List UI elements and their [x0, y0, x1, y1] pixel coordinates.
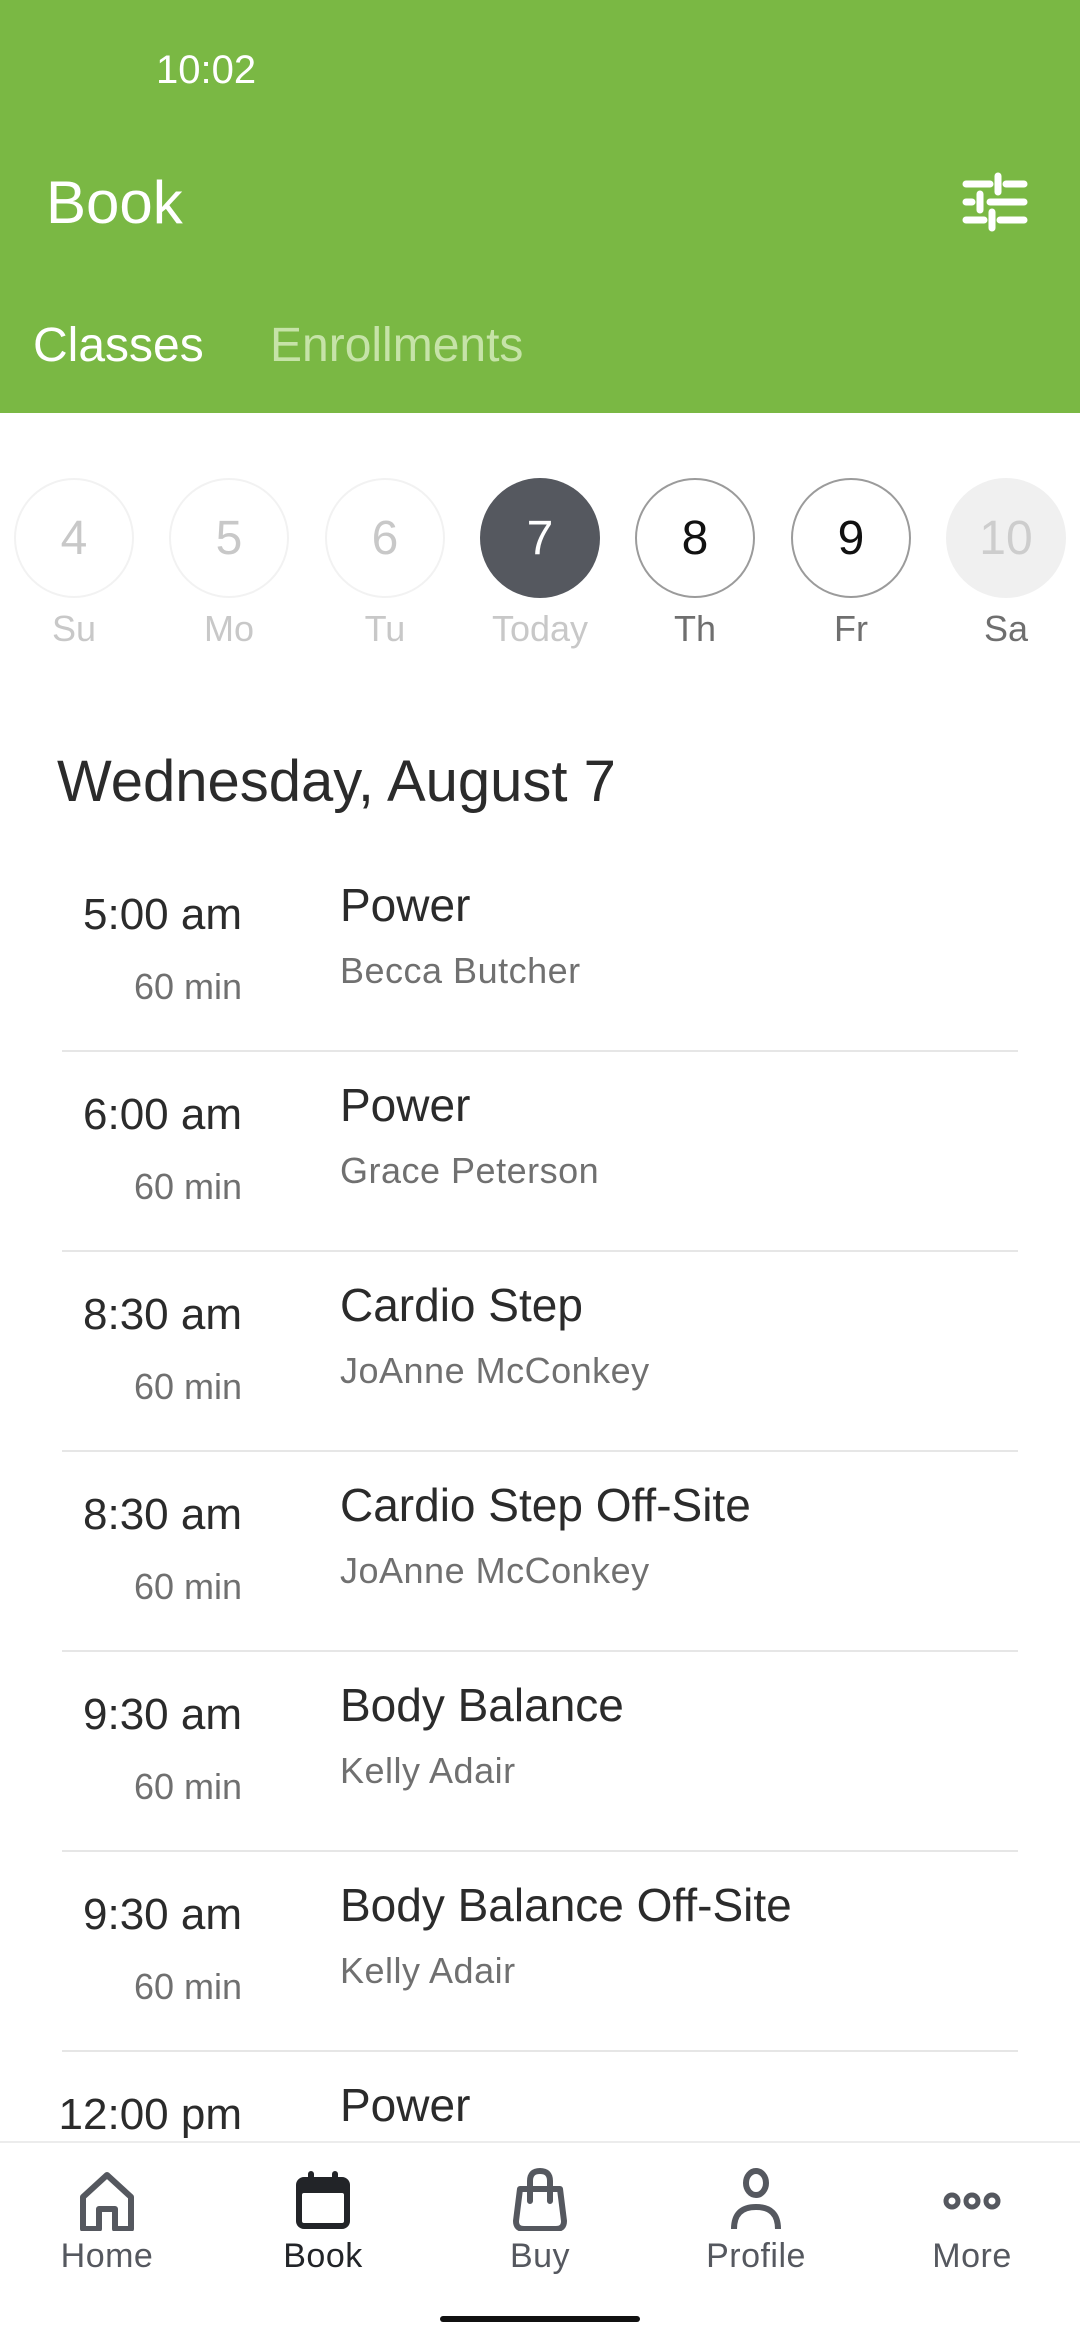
- calendar-icon: [296, 2171, 350, 2229]
- class-name: Power: [340, 1079, 471, 1131]
- class-time: 5:00 am: [83, 890, 242, 939]
- nav-book[interactable]: Book: [243, 2167, 403, 2276]
- date-item-8[interactable]: 8 Th: [635, 478, 755, 650]
- date-weekday: Mo: [203, 608, 254, 649]
- class-row[interactable]: 8:30 am 60 min Cardio Step JoAnne McConk…: [0, 1252, 1080, 1452]
- more-dots-icon: [943, 2192, 1001, 2210]
- class-duration: 60 min: [133, 1566, 242, 1607]
- class-time: 12:00 pm: [58, 2090, 242, 2139]
- date-circle: 6: [325, 478, 445, 598]
- nav-label: Profile: [706, 2237, 806, 2275]
- class-duration: 60 min: [133, 966, 242, 1007]
- filter-button[interactable]: [960, 170, 1032, 234]
- date-circle: 5: [169, 478, 289, 598]
- schedule-date-heading: Wednesday, August 7: [57, 749, 616, 814]
- class-row[interactable]: 6:00 am 60 min Power Grace Peterson: [0, 1052, 1080, 1252]
- bottom-nav: Home Book Buy Profile More: [0, 2141, 1080, 2340]
- date-item-10[interactable]: 10 Sa: [946, 478, 1066, 650]
- date-item-4[interactable]: 4 Su: [14, 478, 134, 650]
- date-weekday: Today: [491, 608, 589, 649]
- class-name: Cardio Step: [340, 1279, 583, 1331]
- class-name: Power: [340, 879, 471, 931]
- class-duration: 60 min: [133, 1966, 242, 2007]
- date-item-5[interactable]: 5 Mo: [169, 478, 289, 650]
- person-icon: [731, 2168, 781, 2230]
- nav-home[interactable]: Home: [27, 2167, 187, 2276]
- date-item-9[interactable]: 9 Fr: [791, 478, 911, 650]
- nav-label: Home: [60, 2237, 154, 2275]
- tab-classes[interactable]: Classes: [33, 318, 204, 373]
- date-weekday: Tu: [364, 608, 406, 649]
- class-name: Body Balance: [340, 1679, 624, 1731]
- class-name: Body Balance Off-Site: [340, 1879, 792, 1931]
- date-item-6[interactable]: 6 Tu: [325, 478, 445, 650]
- class-time: 6:00 am: [83, 1090, 242, 1139]
- class-instructor: JoAnne McConkey: [340, 1350, 650, 1391]
- status-bar-time: 10:02: [156, 48, 257, 92]
- shopping-bag-icon: [513, 2167, 567, 2231]
- nav-label: More: [932, 2237, 1012, 2275]
- date-circle: 9: [791, 478, 911, 598]
- class-duration: 60 min: [133, 1766, 242, 1807]
- class-duration: 60 min: [133, 1166, 242, 1207]
- class-time: 9:30 am: [83, 1890, 242, 1939]
- class-list: 5:00 am 60 min Power Becca Butcher 6:00 …: [0, 852, 1080, 2252]
- class-row[interactable]: 9:30 am 60 min Body Balance Kelly Adair: [0, 1652, 1080, 1852]
- class-time: 9:30 am: [83, 1690, 242, 1739]
- class-instructor: Grace Peterson: [340, 1150, 600, 1191]
- home-indicator[interactable]: [440, 2316, 640, 2322]
- date-weekday: Sa: [983, 608, 1029, 649]
- class-instructor: Becca Butcher: [340, 950, 581, 991]
- class-instructor: Kelly Adair: [340, 1750, 516, 1791]
- date-weekday: Th: [673, 608, 716, 649]
- date-circle: 4: [14, 478, 134, 598]
- date-strip: 4 Su 5 Mo 6 Tu 7 Today 8 Th 9 Fr 10 Sa: [0, 478, 1080, 668]
- nav-buy[interactable]: Buy: [460, 2167, 620, 2276]
- nav-label: Buy: [509, 2237, 571, 2275]
- class-time: 8:30 am: [83, 1490, 242, 1539]
- class-row[interactable]: 5:00 am 60 min Power Becca Butcher: [0, 852, 1080, 1052]
- class-duration: 60 min: [133, 1366, 242, 1407]
- class-time: 8:30 am: [83, 1290, 242, 1339]
- class-instructor: Kelly Adair: [340, 1950, 516, 1991]
- date-weekday: Fr: [834, 608, 868, 649]
- nav-more[interactable]: More: [892, 2167, 1052, 2276]
- class-row[interactable]: 9:30 am 60 min Body Balance Off-Site Kel…: [0, 1852, 1080, 2052]
- tab-enrollments[interactable]: Enrollments: [270, 318, 523, 373]
- nav-profile[interactable]: Profile: [676, 2167, 836, 2276]
- date-circle-selected: 7: [480, 478, 600, 598]
- nav-label: Book: [283, 2237, 363, 2275]
- class-row[interactable]: 8:30 am 60 min Cardio Step Off-Site JoAn…: [0, 1452, 1080, 1652]
- class-name: Cardio Step Off-Site: [340, 1479, 751, 1531]
- class-instructor: JoAnne McConkey: [340, 1550, 650, 1591]
- date-circle: 8: [635, 478, 755, 598]
- page-title: Book: [46, 169, 183, 236]
- app-header: 10:02 Book Classes Enrollments: [0, 0, 1080, 413]
- class-name: Power: [340, 2079, 471, 2131]
- home-icon: [80, 2172, 134, 2231]
- date-circle: 10: [946, 478, 1066, 598]
- sliders-icon: [962, 172, 1028, 232]
- date-item-7-today[interactable]: 7 Today: [480, 478, 600, 650]
- date-weekday: Su: [51, 608, 97, 649]
